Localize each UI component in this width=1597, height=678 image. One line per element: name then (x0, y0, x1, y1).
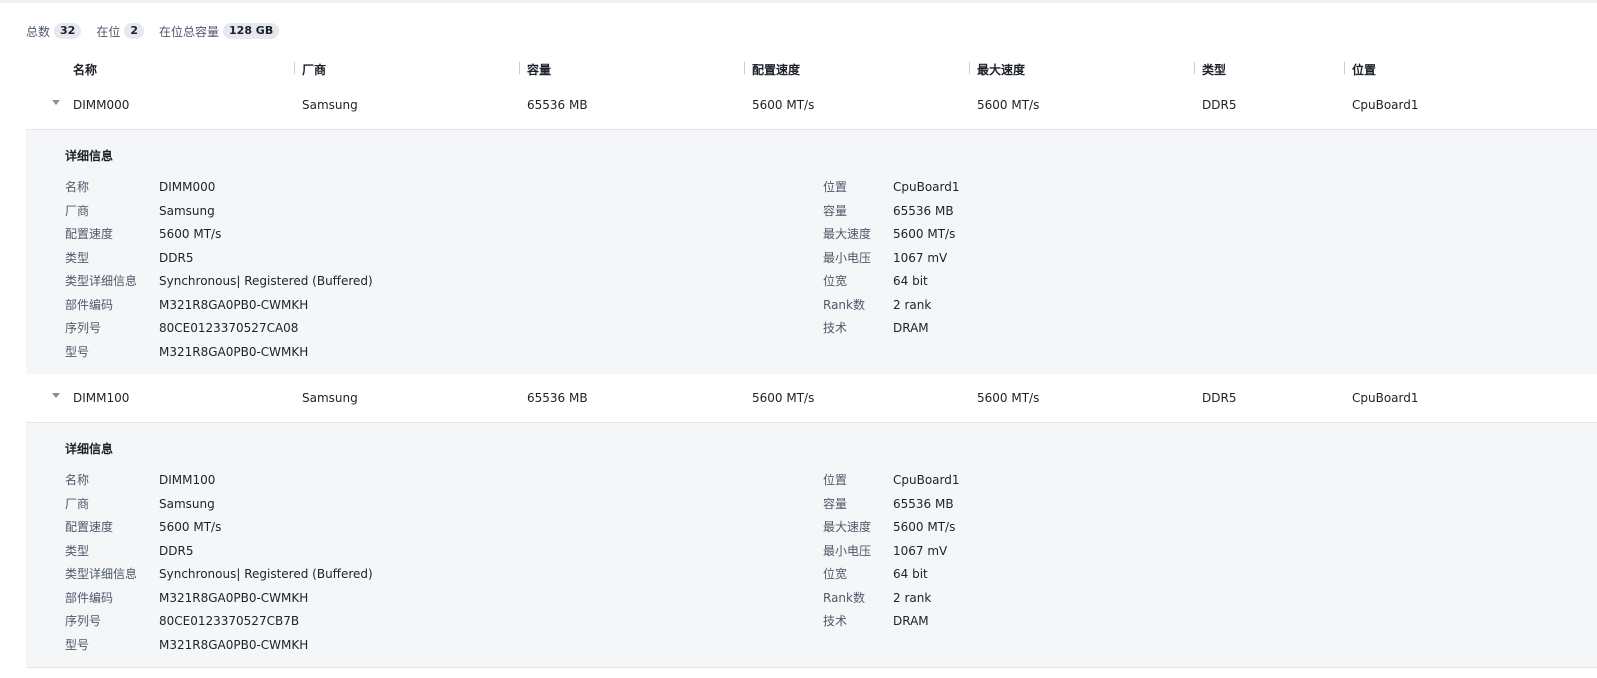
summary-bar: 总数 32 在位 2 在位总容量 128 GB (26, 22, 294, 40)
cell-type: DDR5 (1202, 98, 1237, 112)
column-header-name[interactable]: 名称 (73, 61, 97, 78)
cell-capacity: 65536 MB (527, 391, 588, 405)
cell-name: DIMM000 (73, 98, 130, 112)
column-header-config-speed[interactable]: 配置速度 (744, 61, 800, 78)
column-header-type[interactable]: 类型 (1194, 61, 1226, 78)
cell-name: DIMM100 (73, 391, 130, 405)
present-label: 在位 (96, 24, 121, 39)
cell-vendor: Samsung (302, 391, 358, 405)
cell-location: CpuBoard1 (1352, 391, 1419, 405)
cell-location: CpuBoard1 (1352, 98, 1419, 112)
cell-config-speed: 5600 MT/s (752, 391, 815, 405)
cell-type: DDR5 (1202, 391, 1237, 405)
table-header: 名称 厂商 容量 配置速度 最大速度 类型 位置 (26, 55, 1597, 84)
cell-capacity: 65536 MB (527, 98, 588, 112)
cell-max-speed: 5600 MT/s (977, 391, 1040, 405)
table-row[interactable]: DIMM000 Samsung 65536 MB 5600 MT/s 5600 … (26, 81, 1597, 130)
cell-vendor: Samsung (302, 98, 358, 112)
detail-title: 详细信息 (65, 442, 114, 456)
total-count-badge: 32 (54, 23, 82, 39)
present-count-badge: 2 (124, 23, 144, 39)
capacity-badge: 128 GB (223, 23, 280, 39)
total-label: 总数 (26, 24, 51, 39)
cell-max-speed: 5600 MT/s (977, 98, 1040, 112)
expand-caret-icon[interactable] (52, 100, 60, 105)
column-header-max-speed[interactable]: 最大速度 (969, 61, 1025, 78)
capacity-label: 在位总容量 (159, 24, 220, 39)
table-row[interactable]: DIMM100 Samsung 65536 MB 5600 MT/s 5600 … (26, 374, 1597, 423)
row-detail-panel: 详细信息 名称 DIMM000 厂商 Samsung 配置速度 5600 MT/s 类… (26, 130, 1597, 375)
column-header-location[interactable]: 位置 (1344, 61, 1376, 78)
column-header-capacity[interactable]: 容量 (519, 61, 551, 78)
expand-caret-icon[interactable] (52, 393, 60, 398)
cell-config-speed: 5600 MT/s (752, 98, 815, 112)
memory-panel: 总数 32 在位 2 在位总容量 128 GB 名称 厂商 容量 配置速度 最大… (0, 3, 1597, 678)
row-detail-panel: 详细信息 名称 DIMM100 厂商 Samsung 配置速度 5600 MT/s 类… (26, 423, 1597, 668)
detail-title: 详细信息 (65, 149, 114, 163)
column-header-vendor[interactable]: 厂商 (294, 61, 326, 78)
